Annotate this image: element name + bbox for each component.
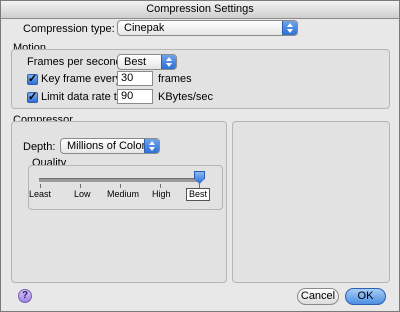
quality-tick-label-low: Low <box>74 189 91 199</box>
compression-type-popup[interactable]: Cinepak <box>117 20 298 36</box>
datarate-field[interactable]: 90 <box>117 89 153 104</box>
depth-label: Depth: <box>23 141 56 153</box>
depth-popup[interactable]: Millions of Colors <box>60 138 160 154</box>
compression-type-value: Cinepak <box>124 22 165 34</box>
help-button[interactable]: ? <box>18 289 32 303</box>
quality-tick-label-best: Best <box>186 188 211 201</box>
fps-popup[interactable]: Best <box>117 54 177 70</box>
preview-panel <box>232 121 390 283</box>
quality-tick-label-high: High <box>152 189 171 199</box>
motion-group: Frames per second: Best Key frame every … <box>11 49 390 109</box>
datarate-unit: KBytes/sec <box>158 91 214 103</box>
quality-tick-label-least: Least <box>29 189 52 199</box>
quality-tick <box>80 184 81 188</box>
quality-group: Least Low Medium High Best <box>28 165 223 210</box>
window-title: Compression Settings <box>1 1 399 19</box>
keyframe-unit: frames <box>158 73 192 85</box>
compression-type-label: Compression type: <box>23 23 115 35</box>
keyframe-label: Key frame every <box>41 73 122 85</box>
datarate-label: Limit data rate to <box>41 91 123 103</box>
datarate-checkbox[interactable] <box>27 90 38 103</box>
popup-arrows-icon <box>282 21 297 35</box>
quality-tick <box>160 184 161 188</box>
quality-tick-label-medium: Medium <box>107 189 140 199</box>
compressor-group: Depth: Millions of Colors Quality Least … <box>11 121 227 283</box>
depth-value: Millions of Colors <box>67 140 151 152</box>
fps-value: Best <box>124 56 147 68</box>
compression-settings-dialog: Compression Settings Compression type: C… <box>0 0 400 312</box>
quality-tick <box>120 184 121 188</box>
quality-slider-thumb[interactable] <box>194 171 205 184</box>
ok-button[interactable]: OK <box>345 288 386 305</box>
quality-slider-track[interactable] <box>39 178 199 182</box>
fps-label: Frames per second: <box>27 56 125 68</box>
quality-tick <box>40 184 41 188</box>
keyframe-field[interactable]: 30 <box>117 71 153 86</box>
popup-arrows-icon <box>161 55 176 69</box>
popup-arrows-icon <box>144 139 159 153</box>
cancel-button[interactable]: Cancel <box>297 288 339 305</box>
keyframe-checkbox[interactable] <box>27 72 38 85</box>
